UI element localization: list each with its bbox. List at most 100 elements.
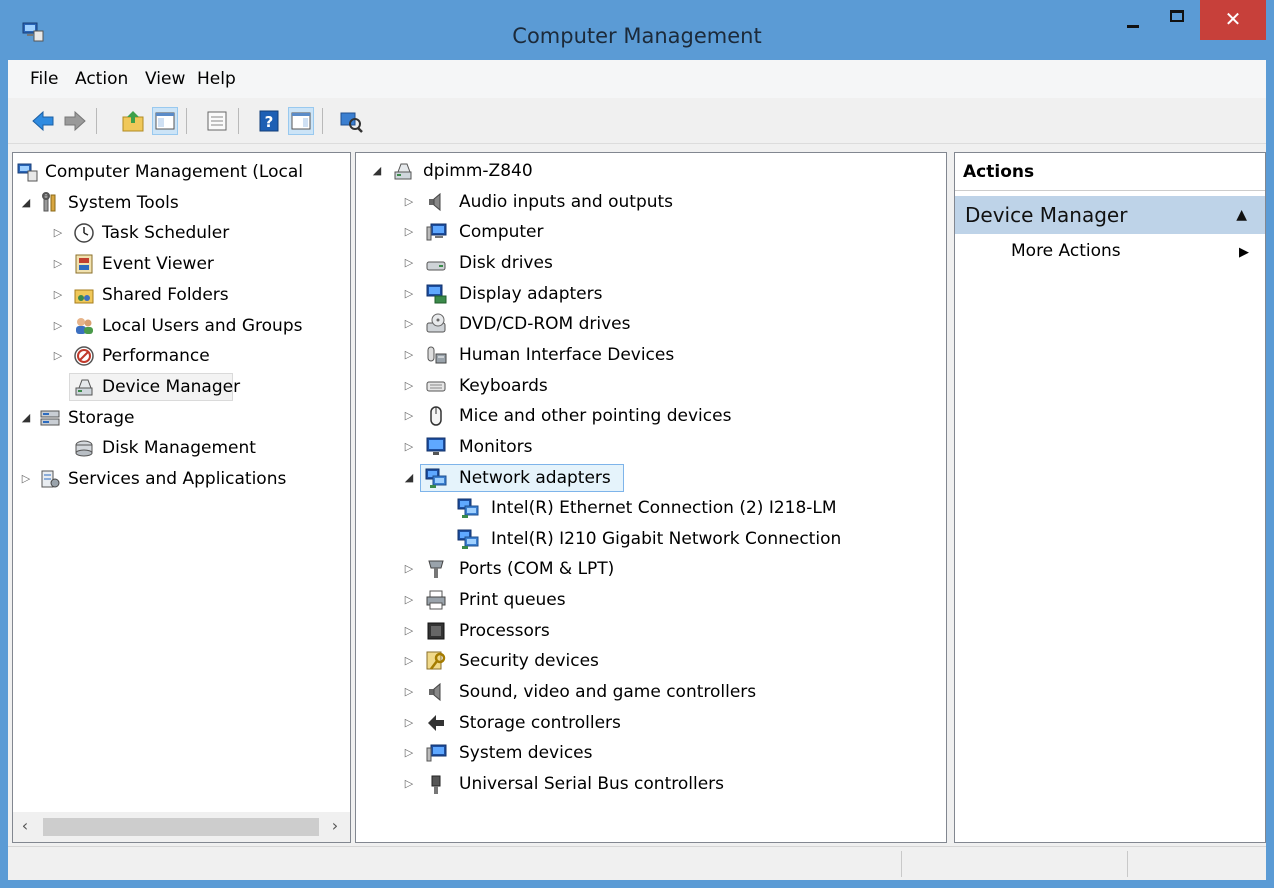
properties-icon[interactable] xyxy=(204,107,230,135)
menu-view[interactable]: View xyxy=(145,69,185,89)
menu-file[interactable]: File xyxy=(30,69,58,89)
printer-icon xyxy=(426,590,446,610)
collapsed-arrow-icon[interactable]: ▷ xyxy=(402,187,416,217)
collapsed-arrow-icon[interactable]: ▷ xyxy=(19,464,33,494)
collapsed-arrow-icon[interactable]: ▷ xyxy=(402,769,416,799)
device-category-display-adapters[interactable]: ▷ Display adapters xyxy=(356,279,946,309)
collapsed-arrow-icon[interactable]: ▷ xyxy=(51,218,65,248)
tree-item-label: Disk Management xyxy=(102,438,256,458)
collapsed-arrow-icon[interactable]: ▷ xyxy=(402,708,416,738)
maximize-button[interactable] xyxy=(1154,0,1200,40)
device-category-label: Security devices xyxy=(459,651,599,671)
device-category-system-devices[interactable]: ▷ System devices xyxy=(356,738,946,768)
collapsed-arrow-icon[interactable]: ▷ xyxy=(402,554,416,584)
tree-item-computer-management-local[interactable]: Computer Management (Local xyxy=(13,157,350,187)
expanded-arrow-icon[interactable]: ◢ xyxy=(19,188,33,218)
horizontal-scrollbar[interactable]: ‹ › xyxy=(13,812,350,842)
collapsed-arrow-icon[interactable]: ▷ xyxy=(402,646,416,676)
device-category-ports-com-lpt[interactable]: ▷ Ports (COM & LPT) xyxy=(356,554,946,584)
actions-header: Actions xyxy=(955,153,1265,191)
collapsed-arrow-icon[interactable]: ▷ xyxy=(402,677,416,707)
collapsed-arrow-icon[interactable]: ▷ xyxy=(402,340,416,370)
collapsed-arrow-icon[interactable]: ▷ xyxy=(51,311,65,341)
collapsed-arrow-icon[interactable]: ▷ xyxy=(402,309,416,339)
show-hide-tree-button[interactable] xyxy=(152,107,178,135)
tree-item-performance[interactable]: ▷ Performance xyxy=(13,341,350,371)
collapsed-arrow-icon[interactable]: ▷ xyxy=(51,341,65,371)
title-bar[interactable]: Computer Management ✕ xyxy=(0,0,1274,60)
device-category-processors[interactable]: ▷ Processors xyxy=(356,616,946,646)
up-folder-icon[interactable] xyxy=(120,107,146,135)
device-category-universal-serial-bus-controllers[interactable]: ▷ Universal Serial Bus controllers xyxy=(356,769,946,799)
collapsed-arrow-icon[interactable]: ▷ xyxy=(402,616,416,646)
close-button[interactable]: ✕ xyxy=(1200,0,1266,40)
tree-item-device-manager[interactable]: Device Manager xyxy=(13,372,350,402)
device-category-print-queues[interactable]: ▷ Print queues xyxy=(356,585,946,615)
disk-management-icon xyxy=(75,440,93,457)
device-category-disk-drives[interactable]: ▷ Disk drives xyxy=(356,248,946,278)
device-category-label: Disk drives xyxy=(459,253,553,273)
more-actions-item[interactable]: More Actions xyxy=(1011,241,1121,261)
device-item-network-adapter[interactable]: Intel(R) I210 Gigabit Network Connection xyxy=(356,524,946,554)
forward-arrow-icon[interactable] xyxy=(62,107,88,135)
device-category-label: Network adapters xyxy=(459,468,611,488)
collapsed-arrow-icon[interactable]: ▷ xyxy=(51,280,65,310)
device-category-sound-video-and-game-controllers[interactable]: ▷ Sound, video and game controllers xyxy=(356,677,946,707)
collapsed-arrow-icon[interactable]: ▷ xyxy=(402,248,416,278)
device-category-human-interface-devices[interactable]: ▷ Human Interface Devices xyxy=(356,340,946,370)
speaker-icon xyxy=(429,192,441,212)
collapsed-arrow-icon[interactable]: ▷ xyxy=(402,279,416,309)
scan-hardware-icon[interactable] xyxy=(338,107,364,135)
submenu-arrow-icon[interactable]: ▶ xyxy=(1239,245,1249,260)
tree-item-disk-management[interactable]: Disk Management xyxy=(13,433,350,463)
scroll-left-icon[interactable]: ‹ xyxy=(15,816,35,835)
device-category-audio-inputs-and-outputs[interactable]: ▷ Audio inputs and outputs xyxy=(356,187,946,217)
device-category-keyboards[interactable]: ▷ Keyboards xyxy=(356,371,946,401)
device-tree-pane[interactable]: ◢ dpimm-Z840 ▷ Audio inputs and outputs ▷ Com… xyxy=(355,152,947,843)
tree-item-local-users-and-groups[interactable]: ▷ Local Users and Groups xyxy=(13,311,350,341)
minimize-button[interactable] xyxy=(1110,0,1154,40)
scrollbar-thumb[interactable] xyxy=(43,818,319,836)
collapsed-arrow-icon[interactable]: ▷ xyxy=(402,371,416,401)
device-category-label: Keyboards xyxy=(459,376,548,396)
expanded-arrow-icon[interactable]: ◢ xyxy=(19,403,33,433)
device-item-network-adapter[interactable]: Intel(R) Ethernet Connection (2) I218-LM xyxy=(356,493,946,523)
tree-item-system-tools[interactable]: ◢ System Tools xyxy=(13,188,350,218)
network-adapter-icon xyxy=(425,468,447,488)
device-category-label: Storage controllers xyxy=(459,713,621,733)
back-arrow-icon[interactable] xyxy=(30,107,56,135)
menu-help[interactable]: Help xyxy=(197,69,236,89)
device-category-label: Mice and other pointing devices xyxy=(459,406,732,426)
collapsed-arrow-icon[interactable]: ▷ xyxy=(402,432,416,462)
tree-item-storage[interactable]: ◢ Storage xyxy=(13,403,350,433)
tree-item-services-and-applications[interactable]: ▷ Services and Applications xyxy=(13,464,350,494)
expanded-arrow-icon[interactable]: ◢ xyxy=(370,156,384,186)
device-category-computer[interactable]: ▷ Computer xyxy=(356,217,946,247)
collapsed-arrow-icon[interactable]: ▷ xyxy=(51,249,65,279)
tree-item-shared-folders[interactable]: ▷ Shared Folders xyxy=(13,280,350,310)
expanded-arrow-icon[interactable]: ◢ xyxy=(402,463,416,493)
device-category-monitors[interactable]: ▷ Monitors xyxy=(356,432,946,462)
collapsed-arrow-icon[interactable]: ▷ xyxy=(402,401,416,431)
device-tree-root[interactable]: ◢ dpimm-Z840 xyxy=(356,156,946,186)
collapsed-arrow-icon[interactable]: ▷ xyxy=(402,585,416,615)
scroll-right-icon[interactable]: › xyxy=(325,816,345,835)
tree-item-task-scheduler[interactable]: ▷ Task Scheduler xyxy=(13,218,350,248)
device-category-dvd-cd-rom-drives[interactable]: ▷ DVD/CD-ROM drives xyxy=(356,309,946,339)
device-category-security-devices[interactable]: ▷ Security devices xyxy=(356,646,946,676)
console-tree-pane[interactable]: Computer Management (Local ◢ System Tools ▷… xyxy=(12,152,351,843)
tree-item-event-viewer[interactable]: ▷ Event Viewer xyxy=(13,249,350,279)
actions-section-device-manager[interactable]: Device Manager ▲ xyxy=(955,196,1265,234)
help-icon[interactable]: ? xyxy=(256,107,282,135)
tree-item-label: Task Scheduler xyxy=(102,223,230,243)
collapsed-arrow-icon[interactable]: ▷ xyxy=(402,738,416,768)
device-category-storage-controllers[interactable]: ▷ Storage controllers xyxy=(356,708,946,738)
show-hide-action-pane-button[interactable] xyxy=(288,107,314,135)
menu-action[interactable]: Action xyxy=(75,69,128,89)
collapsed-arrow-icon[interactable]: ▷ xyxy=(402,217,416,247)
device-category-network-adapters[interactable]: ◢ Network adapters xyxy=(356,463,946,493)
collapse-up-icon[interactable]: ▲ xyxy=(1236,196,1247,234)
device-category-mice-and-other-pointing-devices[interactable]: ▷ Mice and other pointing devices xyxy=(356,401,946,431)
device-manager-icon xyxy=(75,379,93,396)
tree-item-label: Device Manager xyxy=(102,377,241,397)
